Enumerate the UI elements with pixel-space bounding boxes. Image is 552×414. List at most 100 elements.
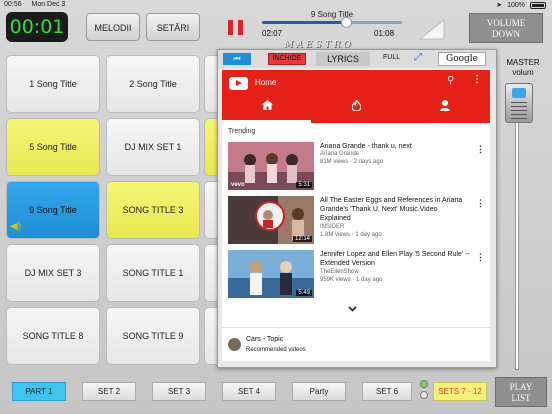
set-part-1-button[interactable]: PART 1 bbox=[12, 382, 66, 401]
master-volume-line1: MASTER bbox=[506, 58, 540, 67]
track-progress-fill bbox=[262, 21, 352, 24]
set-party-button[interactable]: Party bbox=[292, 382, 346, 401]
song-pad[interactable]: DJ MIX SET 3 bbox=[6, 244, 100, 302]
tab-indicator bbox=[222, 120, 311, 123]
track-progress-knob[interactable] bbox=[341, 17, 352, 28]
elapsed-time: 02:07 bbox=[262, 29, 283, 38]
video-meta: 1.8M views · 1 day ago bbox=[320, 232, 382, 238]
video-thumbnail[interactable]: vevo 5:31 bbox=[228, 142, 314, 190]
youtube-home-label: Home bbox=[255, 78, 277, 87]
indicator-light-green bbox=[420, 380, 428, 388]
song-pad[interactable]: SONG TITLE 8 bbox=[6, 307, 100, 365]
video-channel: Ariana Grande bbox=[320, 151, 360, 157]
video-item[interactable]: vevo 5:31 Ariana Grande - thank u, next … bbox=[228, 142, 485, 192]
video-item[interactable]: 5:49 Jennifer Lopez and Ellen Play '5 Se… bbox=[228, 250, 485, 300]
set-4-button[interactable]: SET 4 bbox=[222, 382, 276, 401]
play-button[interactable] bbox=[412, 14, 448, 44]
flame-icon bbox=[350, 98, 362, 112]
youtube-webview: Home ⚲ ⋮ Trending vevo 5:31 Ariana Grand… bbox=[222, 70, 490, 361]
now-playing-title: 9 Song Title bbox=[310, 10, 354, 19]
song-pad[interactable]: SONG TITLE 3 bbox=[106, 181, 200, 239]
pause-icon bbox=[228, 20, 233, 35]
tab-home[interactable] bbox=[242, 100, 292, 113]
song-pad-label: DJ MIX SET 1 bbox=[124, 142, 182, 152]
video-duration: 12:14 bbox=[292, 236, 312, 242]
playlist-line1: PLAY bbox=[509, 382, 533, 392]
song-pad[interactable]: DJ MIX SET 1 bbox=[106, 118, 200, 176]
set-3-button[interactable]: SET 3 bbox=[152, 382, 206, 401]
video-channel: TheEllenShow bbox=[320, 269, 359, 275]
video-title[interactable]: All The Easter Eggs and References in Ar… bbox=[320, 196, 470, 223]
recommended-subtitle: Recommended videos bbox=[246, 347, 306, 353]
elapsed-timer: 00:01 bbox=[6, 12, 68, 42]
video-thumbnail[interactable]: 5:49 bbox=[228, 250, 314, 298]
master-volume-cap bbox=[512, 88, 526, 98]
video-item[interactable]: 12:14 All The Easter Eggs and References… bbox=[228, 196, 485, 246]
track-progress-slider[interactable] bbox=[262, 21, 402, 24]
chevron-down-icon[interactable] bbox=[348, 304, 357, 315]
video-menu-icon[interactable]: ⋮ bbox=[476, 252, 485, 263]
speaker-icon: ◀) bbox=[10, 221, 22, 232]
song-pad[interactable]: SONG TITLE 1 bbox=[106, 244, 200, 302]
divider bbox=[222, 327, 490, 328]
video-menu-icon[interactable]: ⋮ bbox=[476, 144, 485, 155]
google-button[interactable]: Google bbox=[438, 52, 486, 66]
melodii-button[interactable]: MELODII bbox=[86, 13, 140, 41]
sets-7-12-button[interactable]: SETS 7 - 12 bbox=[433, 382, 487, 401]
recommended-channel-title[interactable]: Cars - Topic bbox=[246, 336, 283, 343]
video-menu-icon[interactable]: ⋮ bbox=[476, 198, 485, 209]
knob-grip bbox=[511, 118, 527, 119]
song-pad-label: 9 Song Title bbox=[29, 205, 77, 215]
song-pad-label: SONG TITLE 1 bbox=[122, 268, 184, 278]
video-meta: 81M views · 2 days ago bbox=[320, 159, 384, 165]
vevo-badge: vevo bbox=[231, 182, 245, 188]
more-icon[interactable]: ⋮ bbox=[472, 74, 482, 85]
pause-button[interactable] bbox=[221, 11, 251, 45]
lyrics-button[interactable]: LYRICS bbox=[316, 52, 370, 66]
song-pad-label: DJ MIX SET 3 bbox=[24, 268, 82, 278]
play-icon bbox=[418, 18, 445, 40]
channel-avatar[interactable] bbox=[228, 338, 241, 351]
home-icon bbox=[261, 100, 273, 110]
set-6-button[interactable]: SET 6 bbox=[362, 382, 412, 401]
battery-icon bbox=[530, 1, 546, 9]
settings-button[interactable]: SETĂRI bbox=[146, 13, 200, 41]
song-pad-label: SONG TITLE 3 bbox=[122, 205, 184, 215]
set-2-button[interactable]: SET 2 bbox=[82, 382, 136, 401]
song-pad-label: 1 Song Title bbox=[29, 79, 77, 89]
song-pad-playing[interactable]: 9 Song Title ◀) bbox=[6, 181, 100, 239]
song-pad[interactable]: SONG TITLE 9 bbox=[106, 307, 200, 365]
volume-down-button[interactable]: VOLUME DOWN bbox=[469, 13, 543, 43]
search-icon[interactable]: ⚲ bbox=[447, 75, 454, 86]
volume-down-line1: VOLUME bbox=[486, 18, 526, 28]
skip-back-button[interactable]: ⏮ bbox=[223, 53, 251, 65]
expand-icon[interactable]: ⤢ bbox=[414, 52, 422, 63]
master-volume-track[interactable] bbox=[515, 98, 519, 370]
volume-down-line2: DOWN bbox=[492, 29, 520, 39]
song-pad[interactable]: 2 Song Title bbox=[106, 55, 200, 113]
tab-trending[interactable] bbox=[331, 98, 381, 114]
status-date: Mon Dec 3 bbox=[31, 1, 66, 8]
song-pad-label: 5 Song Title bbox=[29, 142, 77, 152]
video-channel: INSIDER bbox=[320, 224, 345, 230]
song-pad[interactable]: 5 Song Title bbox=[6, 118, 100, 176]
master-volume-knob[interactable] bbox=[505, 83, 533, 123]
video-title[interactable]: Jennifer Lopez and Ellen Play '5 Second … bbox=[320, 250, 470, 268]
pause-icon-bar bbox=[238, 20, 243, 35]
youtube-logo-icon[interactable] bbox=[229, 77, 248, 90]
full-button[interactable]: FULL bbox=[383, 54, 400, 61]
google-label: Google bbox=[446, 54, 478, 64]
knob-grip bbox=[511, 106, 527, 107]
tab-account[interactable] bbox=[420, 100, 470, 114]
knob-grip bbox=[511, 114, 527, 115]
song-pad[interactable]: 1 Song Title bbox=[6, 55, 100, 113]
playlist-button[interactable]: PLAY LIST bbox=[495, 377, 547, 407]
close-button[interactable]: ÎNCHIDE bbox=[268, 53, 306, 65]
master-volume-label: MASTER volum bbox=[499, 58, 547, 78]
video-thumbnail[interactable]: 12:14 bbox=[228, 196, 314, 244]
video-duration: 5:49 bbox=[296, 290, 312, 296]
song-pad-label: 2 Song Title bbox=[129, 79, 177, 89]
indicator-light-off bbox=[420, 391, 428, 399]
video-title[interactable]: Ariana Grande - thank u, next bbox=[320, 142, 470, 151]
remaining-time: 01:08 bbox=[374, 29, 395, 38]
